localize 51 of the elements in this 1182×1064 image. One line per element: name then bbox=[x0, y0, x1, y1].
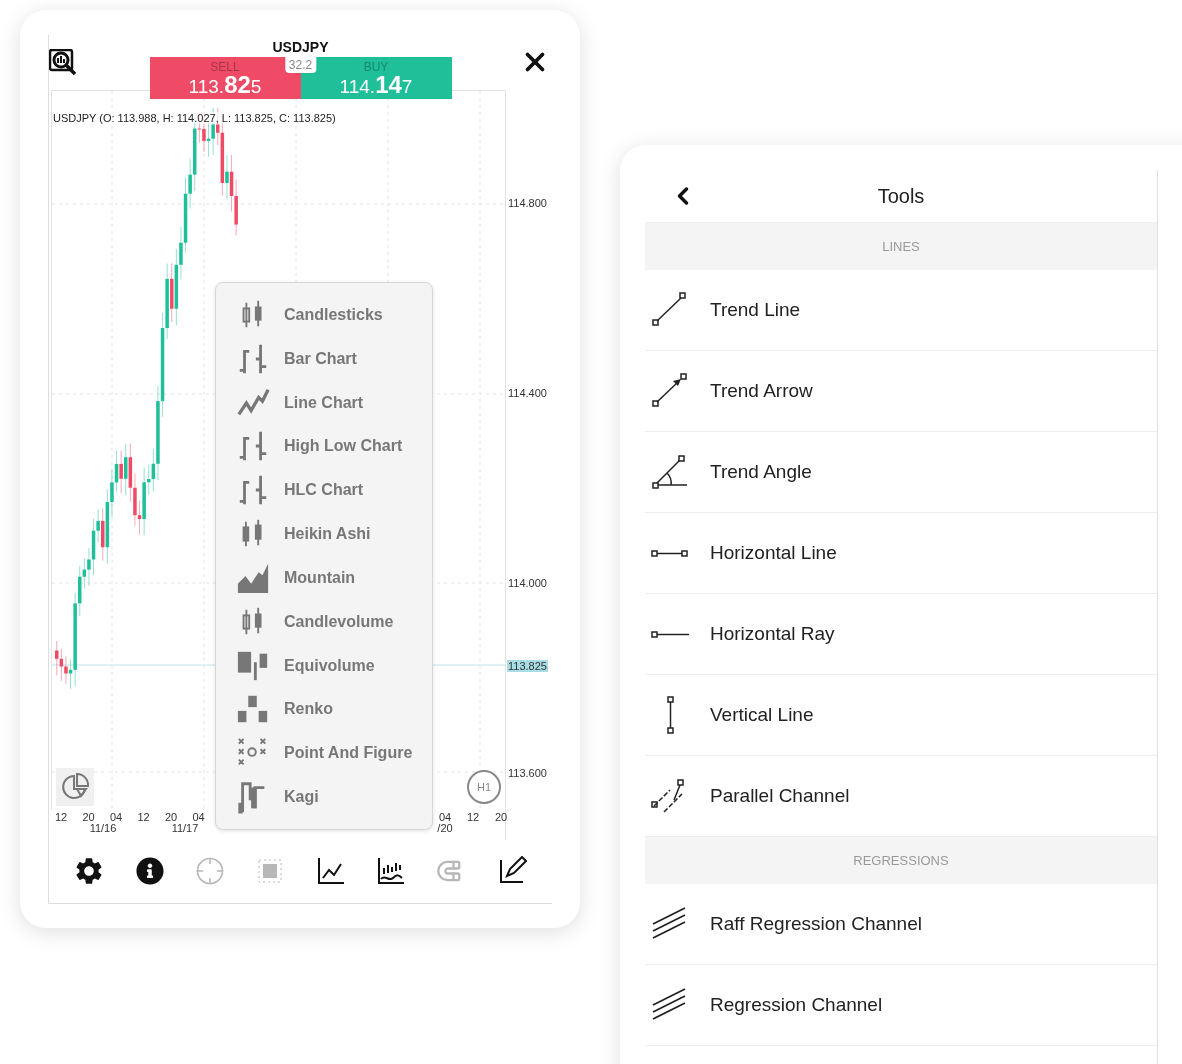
tool-option[interactable]: Vertical Line bbox=[645, 675, 1157, 756]
current-price-label: 113.825 bbox=[507, 660, 548, 673]
tool-option[interactable]: Trend Line bbox=[645, 270, 1157, 351]
chart-type-option[interactable]: High Low Chart bbox=[216, 424, 432, 469]
tool-option[interactable]: Trend Angle bbox=[645, 432, 1157, 513]
section-header: LINES bbox=[645, 223, 1157, 270]
panel-title: Tools bbox=[877, 184, 925, 208]
time-axis-label: 04 bbox=[192, 812, 205, 823]
vertical-line-icon bbox=[665, 695, 675, 735]
horizontal-ray-icon bbox=[650, 629, 690, 639]
time-axis-label: 20 bbox=[494, 812, 508, 823]
time-axis-label: 12 bbox=[54, 812, 68, 823]
tool-option[interactable]: Trend Arrow bbox=[645, 351, 1157, 432]
time-axis-label: 04 bbox=[438, 812, 452, 823]
chart-type-option[interactable]: Mountain bbox=[216, 555, 432, 600]
chart-type-option[interactable]: Bar Chart bbox=[216, 336, 432, 381]
horizontal-line-icon bbox=[650, 548, 690, 558]
time-axis-label: 12 bbox=[466, 812, 480, 823]
chart-type-option[interactable]: Line Chart bbox=[216, 380, 432, 425]
ohlc-readout: USDJPY (O: 113.988, H: 114.027, L: 113.825, C: 113.825) bbox=[53, 112, 336, 124]
chart-type-option[interactable]: Heikin Ashi bbox=[216, 512, 432, 556]
tool-option[interactable]: Horizontal Line bbox=[645, 513, 1157, 594]
chart-type-option[interactable]: Candlesticks bbox=[216, 293, 432, 337]
chart-type-option[interactable]: Candlevolume bbox=[216, 599, 432, 644]
chart-type-option[interactable]: HLC Chart bbox=[216, 468, 432, 513]
price-axis-label: 114.800 bbox=[507, 197, 548, 209]
time-axis-label: 12 bbox=[137, 812, 150, 823]
pie-chart-icon bbox=[60, 772, 90, 802]
pie-chart-button[interactable] bbox=[56, 768, 94, 806]
symbol-title: USDJPY bbox=[272, 39, 329, 55]
price-axis-label: 114.400 bbox=[507, 387, 548, 399]
spread-value: 32.2 bbox=[284, 57, 317, 73]
trend-angle-icon bbox=[650, 452, 690, 492]
date-axis-label: 11/17 bbox=[171, 823, 199, 834]
tool-option[interactable]: Horizontal Ray bbox=[645, 594, 1157, 675]
time-axis-label: 20 bbox=[164, 812, 178, 823]
date-axis-label: 11/16 bbox=[89, 823, 117, 834]
price-axis-label: 113.600 bbox=[507, 767, 548, 779]
price-axis-label: 114.000 bbox=[507, 577, 548, 589]
chart-type-option[interactable]: Kagi bbox=[216, 775, 432, 819]
date-axis-label: /20 bbox=[437, 823, 453, 834]
section-header: REGRESSIONS bbox=[645, 837, 1157, 884]
tool-option[interactable]: Raff Regression Channel bbox=[645, 884, 1157, 965]
time-axis-label: 04 bbox=[109, 812, 123, 823]
tool-option[interactable]: Regression Channel bbox=[645, 965, 1157, 1046]
chart-search-icon[interactable] bbox=[49, 49, 79, 77]
chart-type-option[interactable]: Renko bbox=[216, 687, 432, 732]
time-axis-label: 20 bbox=[82, 812, 95, 823]
chart-type-option[interactable]: Equivolume bbox=[216, 643, 432, 688]
chart-type-option[interactable]: Point And Figure bbox=[216, 731, 432, 776]
timeframe-button[interactable]: H1 bbox=[467, 770, 501, 804]
